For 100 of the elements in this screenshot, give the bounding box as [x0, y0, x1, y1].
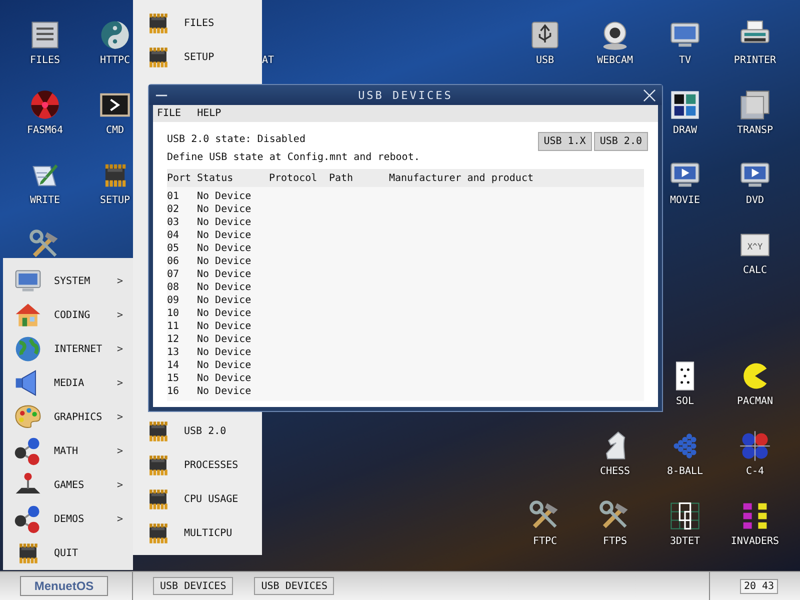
- icon-label[interactable]: WEBCAM: [596, 55, 634, 66]
- menu-item[interactable]: DEMOS: [54, 514, 108, 524]
- icon-label[interactable]: C-4: [746, 466, 764, 477]
- menu-item[interactable]: FILES: [184, 18, 214, 28]
- menu-item[interactable]: PROCESSES: [184, 460, 238, 470]
- table-cell-text: 14: [167, 360, 180, 371]
- submenu-arrow: >: [117, 514, 124, 524]
- column-header: Status: [197, 172, 234, 184]
- table-cell-text: No Device: [197, 230, 252, 241]
- clock: 20 43: [740, 578, 778, 594]
- icon-label[interactable]: WRITE: [30, 195, 60, 206]
- icon-label[interactable]: TV: [678, 55, 692, 66]
- table-cell-text: 09: [167, 295, 180, 306]
- yin-yang-icon[interactable]: [98, 18, 132, 52]
- submenu-arrow: >: [117, 378, 124, 388]
- table-cell-text: No Device: [197, 334, 252, 345]
- submenu-arrow: >: [117, 276, 124, 286]
- table-cell-text: 15: [167, 373, 180, 384]
- hint-text: Define USB state at Config.mnt and reboot.: [167, 152, 420, 163]
- icon-label[interactable]: TRANSP: [736, 125, 774, 136]
- table-cell-text: 04: [167, 230, 180, 241]
- menu-item[interactable]: SETUP: [184, 52, 214, 62]
- table-cell-text: No Device: [197, 386, 252, 397]
- column-header: Port: [167, 172, 192, 184]
- menu-item[interactable]: FILE: [157, 108, 182, 119]
- menu-item[interactable]: CODING: [54, 310, 108, 320]
- table-cell-text: No Device: [197, 373, 252, 384]
- icon-label[interactable]: INVADERS: [730, 536, 780, 547]
- icon-label[interactable]: USB: [536, 55, 554, 66]
- icon-label[interactable]: CHESS: [600, 466, 630, 477]
- submenu-arrow: >: [117, 412, 124, 422]
- table-cell-text: No Device: [197, 243, 252, 254]
- menu-item[interactable]: INTERNET: [54, 344, 108, 354]
- table-cell-text: 03: [167, 217, 180, 228]
- usb-mode-button[interactable]: USB 2.0: [594, 132, 648, 151]
- table-cell-text: No Device: [197, 360, 252, 371]
- table-cell-text: 16: [167, 386, 180, 397]
- table-cell-text: 12: [167, 334, 180, 345]
- submenu-arrow: >: [117, 310, 124, 320]
- table-cell-text: 10: [167, 308, 180, 319]
- column-header: Protocol: [269, 172, 318, 184]
- taskbar-button[interactable]: USB DEVICES: [153, 577, 234, 595]
- table-cell-text: 13: [167, 347, 180, 358]
- icon-label[interactable]: HTTPC: [100, 55, 130, 66]
- icon-label[interactable]: CALC: [742, 265, 768, 276]
- menu-item[interactable]: CPU USAGE: [184, 494, 238, 504]
- menu-item[interactable]: MULTICPU: [184, 528, 232, 538]
- icon-label[interactable]: AT: [262, 55, 274, 66]
- table-cell-text: No Device: [197, 191, 252, 202]
- icon-label[interactable]: PRINTER: [734, 55, 776, 66]
- table-cell-text: No Device: [197, 347, 252, 358]
- four-dots-icon[interactable]: [738, 429, 772, 463]
- window-title: USB DEVICES: [358, 88, 453, 102]
- icon-label[interactable]: DVD: [746, 195, 764, 206]
- table-cell-text: 06: [167, 256, 180, 267]
- icon-label[interactable]: SOL: [676, 396, 694, 407]
- table-cell-text: No Device: [197, 269, 252, 280]
- icon-label[interactable]: FILES: [30, 55, 60, 66]
- menu-item[interactable]: QUIT: [54, 548, 108, 558]
- table-cell-text: No Device: [197, 308, 252, 319]
- table-cell-text: 08: [167, 282, 180, 293]
- menu-item[interactable]: USB 2.0: [184, 426, 226, 436]
- icon-label[interactable]: FTPC: [532, 536, 558, 547]
- menu-item[interactable]: GRAPHICS: [54, 412, 108, 422]
- submenu-arrow: >: [117, 344, 124, 354]
- start-button[interactable]: MenuetOS: [20, 576, 108, 596]
- table-cell-text: 02: [167, 204, 180, 215]
- submenu-arrow: >: [117, 480, 124, 490]
- table-cell-text: No Device: [197, 321, 252, 332]
- table-cell-text: No Device: [197, 204, 252, 215]
- menu-item[interactable]: HELP: [197, 108, 222, 119]
- icon-label[interactable]: CMD: [106, 125, 124, 136]
- table-cell-text: No Device: [197, 282, 252, 293]
- icon-label[interactable]: DRAW: [672, 125, 698, 136]
- close-icon[interactable]: [642, 88, 656, 102]
- submenu-arrow: >: [117, 446, 124, 456]
- table-cell-text: No Device: [197, 295, 252, 306]
- icon-label[interactable]: FASM64: [26, 125, 64, 136]
- icon-label[interactable]: MOVIE: [670, 195, 700, 206]
- menu-item[interactable]: SYSTEM: [54, 276, 108, 286]
- menu-item[interactable]: MATH: [54, 446, 108, 456]
- table-cell-text: 07: [167, 269, 180, 280]
- icon-label[interactable]: PACMAN: [736, 396, 774, 407]
- icon-label[interactable]: SETUP: [100, 195, 130, 206]
- table-cell-text: No Device: [197, 217, 252, 228]
- icon-label[interactable]: 3DTET: [670, 536, 700, 547]
- icon-label[interactable]: FTPS: [602, 536, 628, 547]
- table-cell-text: 05: [167, 243, 180, 254]
- taskbar-button[interactable]: USB DEVICES: [254, 577, 334, 595]
- overlapping-windows-icon[interactable]: [738, 88, 772, 122]
- usb-mode-button[interactable]: USB 1.X: [538, 132, 592, 151]
- column-header: Path: [329, 172, 354, 184]
- hazard-ball-icon[interactable]: [28, 88, 62, 122]
- menu-item[interactable]: MEDIA: [54, 378, 108, 388]
- column-header: Manufacturer and product: [389, 172, 534, 184]
- table-cell-text: 11: [167, 321, 180, 332]
- icon-label[interactable]: 8-BALL: [666, 466, 704, 477]
- menu-item[interactable]: GAMES: [54, 480, 108, 490]
- table-cell-text: No Device: [197, 256, 252, 267]
- color-grid-icon[interactable]: [668, 88, 702, 122]
